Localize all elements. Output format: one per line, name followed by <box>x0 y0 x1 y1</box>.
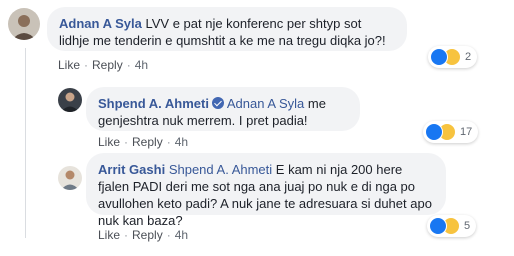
reaction-summary[interactable]: 2 <box>428 46 478 68</box>
reaction-count: 5 <box>464 220 471 232</box>
comment-actions: Like · Reply · 4h <box>98 135 188 149</box>
avatar-photo-icon <box>58 88 82 112</box>
like-link[interactable]: Like <box>98 228 120 242</box>
comment-author[interactable]: Arrit Gashi <box>98 162 165 177</box>
reply-link[interactable]: Reply <box>92 58 123 72</box>
comment-bubble: Arrit Gashi Shpend A. Ahmeti E kam ni nj… <box>86 153 446 228</box>
reaction-count: 2 <box>465 51 472 63</box>
like-icon <box>429 217 447 235</box>
avatar[interactable] <box>8 8 40 40</box>
comment-bubble: Shpend A. Ahmeti Adnan A Syla me genjesh… <box>86 87 360 131</box>
avatar-photo-icon <box>58 166 82 190</box>
reply-link[interactable]: Reply <box>132 228 163 242</box>
comment-author[interactable]: Shpend A. Ahmeti <box>98 96 209 111</box>
comment-actions: Like · Reply · 4h <box>58 58 148 72</box>
verified-badge-icon <box>211 97 224 109</box>
comment-author[interactable]: Adnan A Syla <box>59 16 142 31</box>
reply-link[interactable]: Reply <box>132 135 163 149</box>
separator: · <box>166 228 171 242</box>
timestamp[interactable]: 4h <box>135 58 148 72</box>
comment-mention[interactable]: Adnan A Syla <box>227 96 304 111</box>
separator: · <box>124 228 129 242</box>
avatar[interactable] <box>58 88 82 112</box>
timestamp[interactable]: 4h <box>175 135 188 149</box>
separator: · <box>166 135 171 149</box>
like-icon <box>425 123 443 141</box>
reaction-count: 17 <box>460 126 473 138</box>
separator: · <box>84 58 89 72</box>
reaction-summary[interactable]: 17 <box>423 121 479 143</box>
comment-mention[interactable]: Shpend A. Ahmeti <box>169 162 272 177</box>
like-link[interactable]: Like <box>98 135 120 149</box>
like-icon <box>430 48 448 66</box>
separator: · <box>126 58 131 72</box>
avatar[interactable] <box>58 166 82 190</box>
thread-line <box>25 48 26 238</box>
avatar-photo-icon <box>8 8 40 40</box>
separator: · <box>124 135 129 149</box>
comment-actions: Like · Reply · 4h <box>98 228 188 242</box>
like-link[interactable]: Like <box>58 58 80 72</box>
reaction-summary[interactable]: 5 <box>427 215 477 237</box>
comment-bubble: Adnan A Syla LVV e pat nje konferenc per… <box>47 7 407 51</box>
timestamp[interactable]: 4h <box>175 228 188 242</box>
